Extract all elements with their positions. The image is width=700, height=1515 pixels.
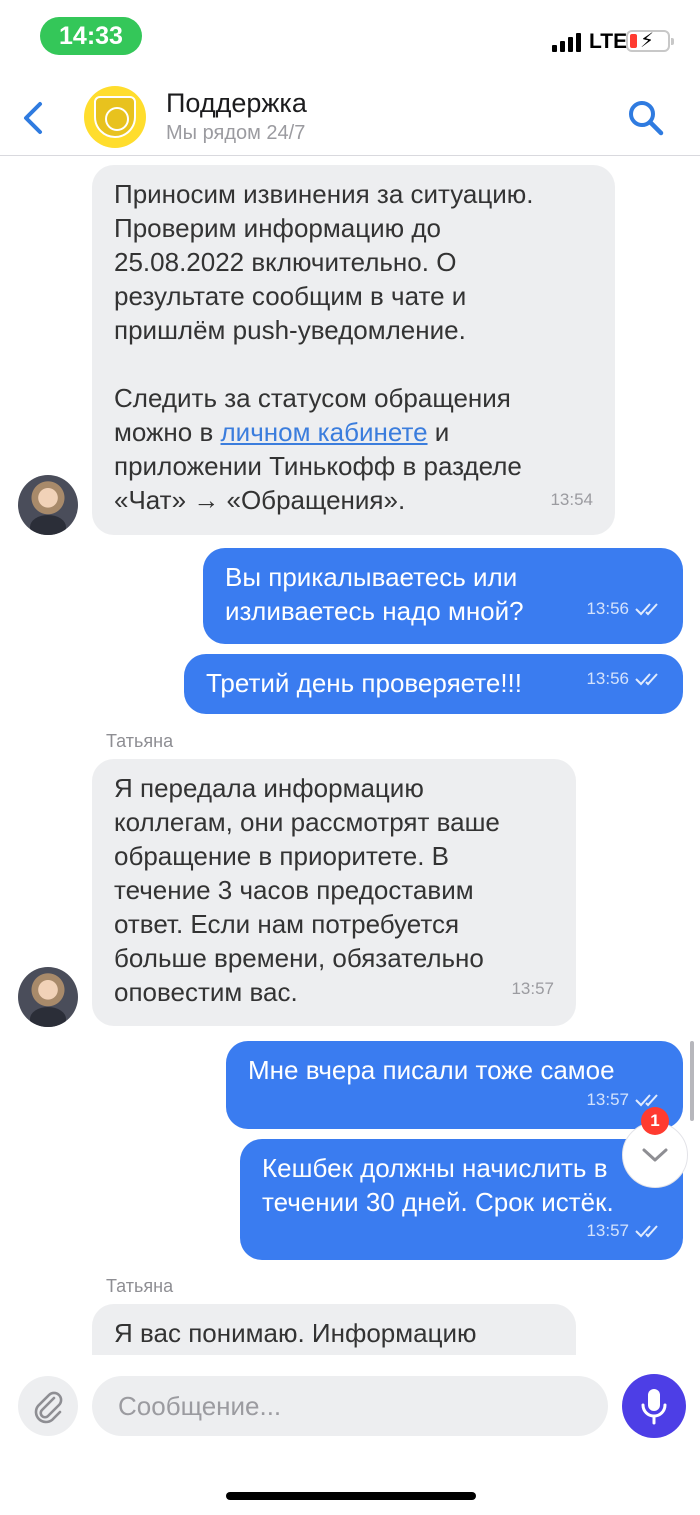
outgoing-message[interactable]: Вы прикалываетесь или изливаетесь надо м… <box>203 548 683 644</box>
message-time: 13:56 <box>586 669 629 688</box>
message-text: коллегам, они рассмотрят ваше <box>114 807 500 837</box>
home-indicator[interactable] <box>226 1492 476 1500</box>
search-icon <box>629 101 664 136</box>
message-text: ответ. Если нам потребуется <box>114 909 460 939</box>
chat-subtitle: Мы рядом 24/7 <box>166 122 306 144</box>
message-time: 13:57 <box>511 979 554 998</box>
message-text: Вы прикалываетесь или <box>225 562 518 592</box>
avatar[interactable] <box>18 475 78 535</box>
network-type: LTE <box>589 30 628 53</box>
status-bar: 14:33 LTE ⚡ <box>0 0 700 70</box>
message-text: больше времени, обязательно <box>114 943 484 973</box>
message-list[interactable]: Приносим извинения за ситуацию. Проверим… <box>0 157 700 1355</box>
signal-icon <box>552 32 584 52</box>
voice-message-button[interactable] <box>622 1374 686 1438</box>
scrollbar[interactable] <box>690 1041 694 1121</box>
message-time: 13:57 <box>586 1090 629 1109</box>
search-button[interactable] <box>626 98 666 138</box>
double-check-icon <box>635 673 658 686</box>
sender-name: Татьяна <box>106 731 174 751</box>
message-text: обращение в приоритете. В <box>114 841 450 871</box>
outgoing-message[interactable]: Кешбек должны начислить в течении 30 дне… <box>240 1139 683 1260</box>
outgoing-message[interactable]: Мне вчера писали тоже самое 13:57 <box>226 1041 683 1129</box>
message-text: Приносим извинения за ситуацию. <box>114 179 534 209</box>
chevron-left-icon <box>24 102 42 134</box>
composer <box>0 1356 700 1456</box>
personal-account-link[interactable]: личном кабинете <box>221 417 428 447</box>
message-text: результате сообщим в чате и <box>114 281 467 311</box>
message-text: Мне вчера писали тоже самое <box>248 1055 615 1085</box>
message-text: течение 3 часов предоставим <box>114 875 474 905</box>
message-text: пришлём push-уведомление. <box>114 315 466 345</box>
message-text: Я вас понимаю. Информацию <box>114 1318 477 1348</box>
microphone-icon <box>641 1389 667 1425</box>
message-text: 25.08.2022 включительно. О <box>114 247 457 277</box>
incoming-message[interactable]: Я вас понимаю. Информацию <box>92 1304 576 1355</box>
shield-icon <box>94 96 136 138</box>
incoming-message[interactable]: Приносим извинения за ситуацию. Проверим… <box>92 165 615 535</box>
message-text: Кешбек должны начислить в <box>262 1153 608 1183</box>
chat-header: Поддержка Мы рядом 24/7 <box>0 70 700 156</box>
message-text: приложении Тинькофф в разделе <box>114 451 522 481</box>
chat-title[interactable]: Поддержка <box>166 88 307 119</box>
battery-icon: ⚡ <box>626 30 674 52</box>
message-text: оповестим вас. <box>114 977 298 1007</box>
message-text: Следить за статусом обращения <box>114 383 511 413</box>
message-time: 13:54 <box>550 490 593 509</box>
back-button[interactable] <box>18 98 50 138</box>
message-text: можно в личном кабинете и <box>114 417 450 447</box>
attach-button[interactable] <box>18 1376 78 1436</box>
double-check-icon <box>635 1225 658 1238</box>
unread-badge: 1 <box>641 1107 669 1135</box>
chevron-down-icon <box>642 1148 668 1162</box>
sender-name: Татьяна <box>106 1276 174 1296</box>
message-time: 13:56 <box>586 599 629 618</box>
double-check-icon <box>635 1094 658 1107</box>
avatar[interactable] <box>18 967 78 1027</box>
double-check-icon <box>635 603 658 616</box>
status-time[interactable]: 14:33 <box>40 17 142 55</box>
message-input[interactable] <box>92 1376 608 1436</box>
outgoing-message[interactable]: Третий день проверяете!!! 13:56 <box>184 654 683 714</box>
message-time: 13:57 <box>586 1221 629 1240</box>
message-text: «Чат» → «Обращения». <box>114 485 406 515</box>
message-text: Проверим информацию до <box>114 213 441 243</box>
paperclip-icon <box>34 1391 63 1424</box>
bank-logo[interactable] <box>84 86 146 148</box>
incoming-message[interactable]: Я передала информацию коллегам, они расс… <box>92 759 576 1026</box>
message-text: Я передала информацию <box>114 773 424 803</box>
